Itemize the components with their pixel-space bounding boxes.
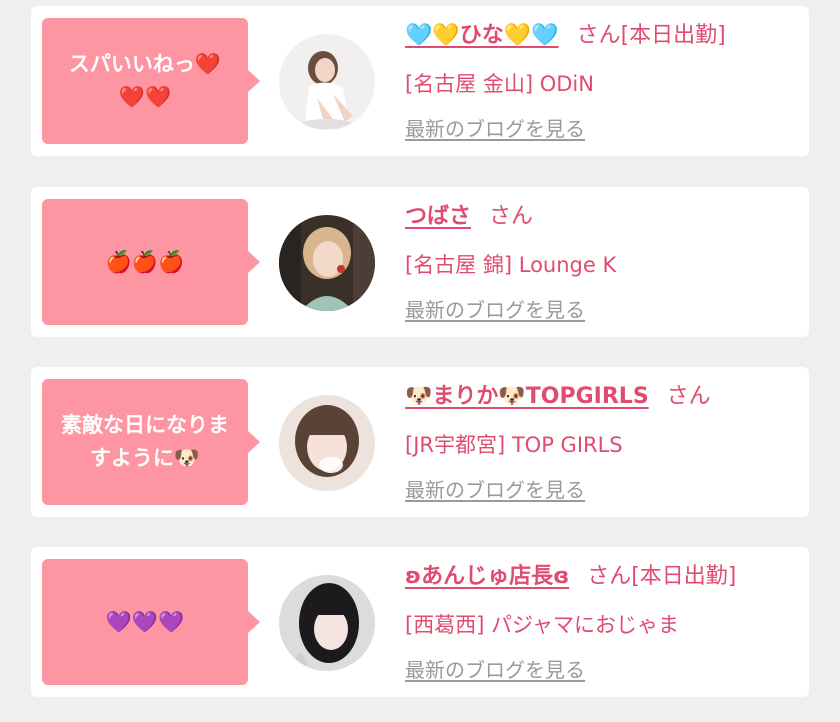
avatar-photo [279,395,375,491]
post-info: つばさ さん [名古屋 錦] Lounge K 最新のブログを見る [405,197,803,325]
comment-text: 🍎🍎🍎 [105,249,185,274]
blog-card: スパいいねっ❤️❤️❤️ 🩵💛ひな💛🩵 さん[本日出勤] [名古屋 金山] ODi… [31,6,809,156]
avatar[interactable] [279,575,375,671]
post-info: ʚあんじゅ店長ɞ さん[本日出勤] [西葛西] パジャマにおじゃま 最新のブログを… [405,557,803,685]
name-line: 🐶まりか🐶TOPGIRLS さん [405,377,803,417]
comment-bubble: スパいいねっ❤️❤️❤️ [42,18,260,144]
comment-bubble: 素敵な日になりますように🐶 [42,379,260,505]
girl-name-link[interactable]: つばさ [405,204,471,229]
shop-label: [西葛西] パジャマにおじゃま [405,613,680,637]
girl-name-link[interactable]: 🐶まりか🐶TOPGIRLS [405,384,649,409]
latest-blog-link[interactable]: 最新のブログを見る [405,655,585,685]
avatar[interactable] [279,215,375,311]
blog-card: 💜💜💜 ʚあんじゅ店長ɞ さん[本日出勤] [西葛西] パジャマにおじゃま 最新の… [31,547,809,697]
name-line: つばさ さん [405,197,803,237]
shop-label: [JR宇都宮] TOP GIRLS [405,433,623,457]
honorific: さん [666,384,711,409]
honorific: さん [576,23,621,48]
honorific: さん [489,204,534,229]
name-line: 🩵💛ひな💛🩵 さん[本日出勤] [405,16,803,56]
avatar-photo [279,575,375,671]
avatar[interactable] [279,395,375,491]
post-info: 🩵💛ひな💛🩵 さん[本日出勤] [名古屋 金山] ODiN 最新のブログを見る [405,16,803,144]
status-badge: [本日出勤] [631,564,737,589]
honorific: さん [587,564,632,589]
comment-text: 💜💜💜 [105,609,185,634]
comment-bubble: 💜💜💜 [42,559,260,685]
status-badge: [本日出勤] [620,23,726,48]
name-line: ʚあんじゅ店長ɞ さん[本日出勤] [405,557,803,597]
avatar[interactable] [279,34,375,130]
latest-blog-link[interactable]: 最新のブログを見る [405,114,585,144]
latest-blog-link[interactable]: 最新のブログを見る [405,475,585,505]
blog-card-list: スパいいねっ❤️❤️❤️ 🩵💛ひな💛🩵 さん[本日出勤] [名古屋 金山] ODi… [0,0,840,722]
girl-name-link[interactable]: ʚあんじゅ店長ɞ [405,564,569,589]
blog-card: 素敵な日になりますように🐶 🐶まりか🐶TOPGIRLS さん [JR宇都宮] TO… [31,367,809,517]
latest-blog-link[interactable]: 最新のブログを見る [405,295,585,325]
avatar-photo [279,34,375,130]
post-info: 🐶まりか🐶TOPGIRLS さん [JR宇都宮] TOP GIRLS 最新のブログ… [405,377,803,505]
comment-bubble: 🍎🍎🍎 [42,199,260,325]
comment-text: スパいいねっ❤️❤️❤️ [68,52,222,109]
blog-card: 🍎🍎🍎 つばさ さん [名古屋 錦] Lounge K 最新のブログを見る [31,187,809,337]
shop-label: [名古屋 錦] Lounge K [405,253,617,277]
girl-name-link[interactable]: 🩵💛ひな💛🩵 [405,23,559,48]
shop-label: [名古屋 金山] ODiN [405,72,594,96]
comment-text: 素敵な日になりますように🐶 [61,413,229,470]
avatar-photo [279,215,375,311]
